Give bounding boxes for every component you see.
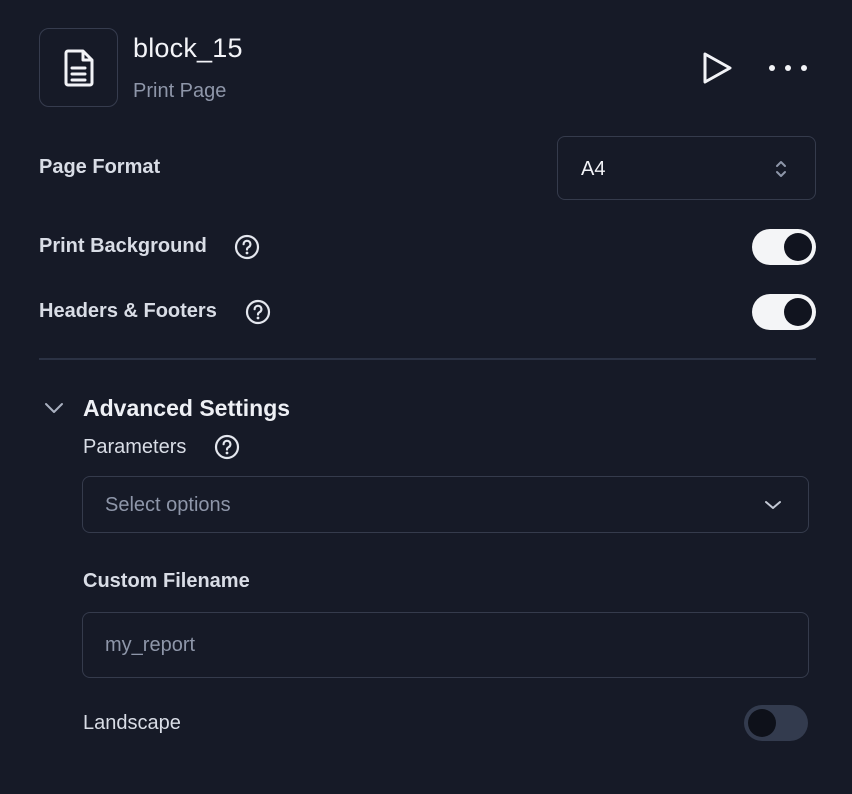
chevron-down-icon[interactable] [43,400,65,416]
help-icon[interactable] [245,299,271,325]
run-block-button[interactable] [697,48,737,88]
section-divider [39,358,816,360]
parameters-label: Parameters [83,436,187,458]
custom-filename-label: Custom Filename [83,570,250,592]
play-icon [703,52,732,84]
chevron-down-icon [765,501,781,509]
parameters-placeholder: Select options [105,494,231,516]
page-format-select[interactable]: A4 [557,136,816,200]
landscape-label: Landscape [83,712,181,734]
landscape-toggle[interactable] [744,705,808,741]
advanced-settings-toggle[interactable]: Advanced Settings [83,395,290,422]
toggle-knob [784,233,812,261]
print-background-toggle[interactable] [752,229,816,265]
toggle-knob [748,709,776,737]
block-type-icon-box [39,28,118,107]
more-options-button[interactable] [764,52,812,84]
block-title: block_15 [133,33,243,63]
custom-filename-input[interactable] [82,612,809,678]
help-icon[interactable] [214,434,240,460]
more-horizontal-icon [769,65,807,71]
block-subtitle: Print Page [133,80,227,102]
page-format-value: A4 [581,158,606,180]
headers-footers-toggle[interactable] [752,294,816,330]
print-page-block-panel: block_15 Print Page Page Format A4 Print… [0,0,852,794]
chevron-up-down-icon [776,161,786,177]
help-icon[interactable] [234,234,260,260]
headers-footers-label: Headers & Footers [39,300,217,322]
parameters-multiselect[interactable]: Select options [82,476,809,533]
toggle-knob [784,298,812,326]
print-background-label: Print Background [39,235,207,257]
document-icon [64,49,93,86]
page-format-label: Page Format [39,156,161,178]
